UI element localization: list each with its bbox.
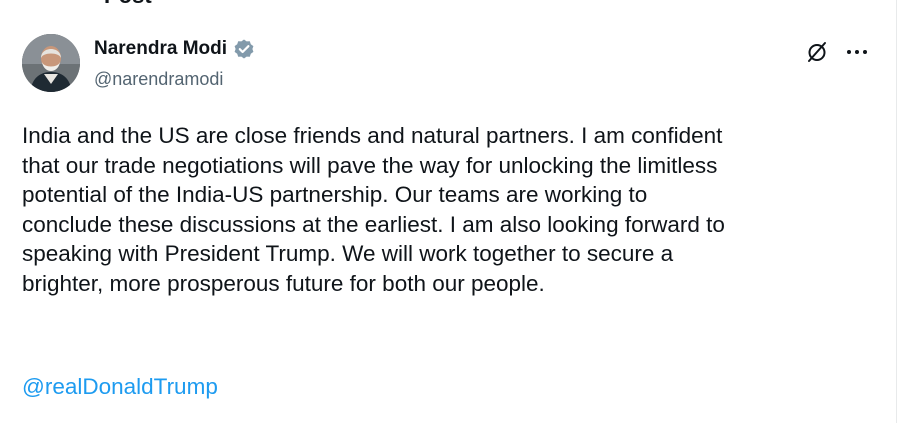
author-handle[interactable]: @narendramodi	[94, 68, 223, 90]
page-title: Post	[104, 0, 152, 8]
author-display-name[interactable]: Narendra Modi	[94, 37, 227, 61]
avatar-image	[22, 34, 80, 92]
column-divider	[896, 0, 897, 423]
post-body-text: India and the US are close friends and n…	[22, 123, 725, 296]
verified-badge-icon	[233, 38, 255, 60]
more-dots-icon[interactable]	[845, 42, 869, 62]
avatar[interactable]	[22, 34, 80, 92]
grok-slash-icon[interactable]	[805, 40, 829, 64]
author-name-row[interactable]: Narendra Modi	[94, 37, 255, 61]
mention-link[interactable]: @realDonaldTrump	[22, 372, 218, 401]
